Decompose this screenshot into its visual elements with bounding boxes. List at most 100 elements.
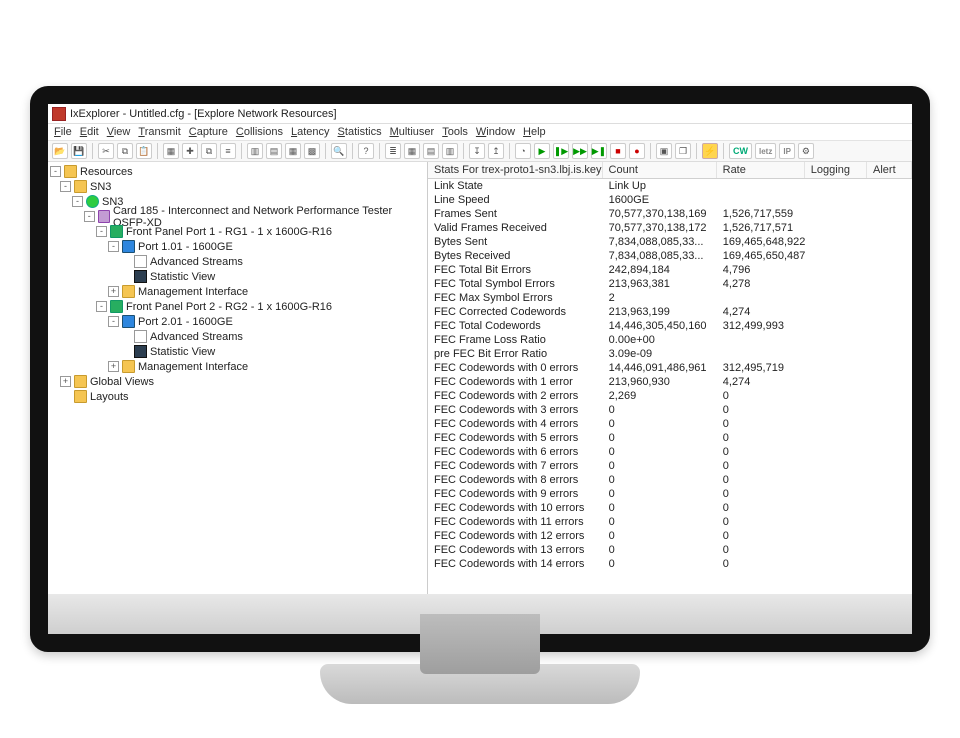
toolbar-cw-button[interactable]: CW (729, 143, 752, 159)
menu-item-statistics[interactable]: Statistics (338, 126, 382, 138)
toolbar-tree-button[interactable]: ≡ (220, 143, 236, 159)
tree-node[interactable]: -Port 1.01 - 1600GE (48, 239, 427, 254)
collapse-icon[interactable]: - (60, 181, 71, 192)
stats-row[interactable]: FEC Codewords with 1 error213,960,9304,2… (428, 375, 912, 389)
stats-row[interactable]: FEC Codewords with 14 errors00 (428, 557, 912, 571)
toolbar-grid2-button[interactable]: ▦ (404, 143, 420, 159)
stats-header-rate[interactable]: Rate (717, 162, 805, 178)
statistics-pane[interactable]: Stats For trex-proto1-sn3.lbj.is.keysigh… (428, 162, 912, 594)
expand-icon[interactable]: + (60, 376, 71, 387)
menu-item-latency[interactable]: Latency (291, 126, 330, 138)
stats-row[interactable]: FEC Frame Loss Ratio0.00e+00 (428, 333, 912, 347)
tree-node[interactable]: -Card 185 - Interconnect and Network Per… (48, 209, 427, 224)
collapse-icon[interactable]: - (96, 301, 107, 312)
stats-row[interactable]: FEC Corrected Codewords213,963,1994,274 (428, 305, 912, 319)
toolbar-cog-button[interactable]: ⚙ (798, 143, 814, 159)
toolbar-run-button[interactable]: ▶❚ (591, 143, 607, 159)
stats-row[interactable]: FEC Codewords with 8 errors00 (428, 473, 912, 487)
stats-row[interactable]: FEC Codewords with 13 errors00 (428, 543, 912, 557)
stats-row[interactable]: FEC Codewords with 9 errors00 (428, 487, 912, 501)
toolbar-list-button[interactable]: ≣ (385, 143, 401, 159)
collapse-icon[interactable]: - (72, 196, 83, 207)
menu-item-multiuser[interactable]: Multiuser (390, 126, 435, 138)
toolbar-stop-button[interactable]: ■ (610, 143, 626, 159)
collapse-icon[interactable]: - (96, 226, 107, 237)
stats-row[interactable]: FEC Codewords with 6 errors00 (428, 445, 912, 459)
stats-row[interactable]: FEC Max Symbol Errors2 (428, 291, 912, 305)
toolbar-grid3-button[interactable]: ▤ (423, 143, 439, 159)
menu-item-collisions[interactable]: Collisions (236, 126, 283, 138)
stats-row[interactable]: FEC Codewords with 3 errors00 (428, 403, 912, 417)
stats-header-logging[interactable]: Logging (805, 162, 867, 178)
toolbar-ip-button[interactable]: IP (779, 143, 795, 159)
stats-row[interactable]: pre FEC Bit Error Ratio3.09e-09 (428, 347, 912, 361)
tree-node[interactable]: -Resources (48, 164, 427, 179)
toolbar-pane-g-button[interactable]: ▩ (304, 143, 320, 159)
toolbar-pane-h-button[interactable]: ▥ (247, 143, 263, 159)
menu-item-edit[interactable]: Edit (80, 126, 99, 138)
menu-item-capture[interactable]: Capture (189, 126, 228, 138)
toolbar-grid-button[interactable]: ▦ (163, 143, 179, 159)
tree-node[interactable]: Advanced Streams (48, 329, 427, 344)
toolbar-find-button[interactable]: 🔍 (331, 143, 347, 159)
toolbar-cap1-button[interactable]: ▣ (656, 143, 672, 159)
toolbar-tx-button[interactable]: ↧ (469, 143, 485, 159)
toolbar-pane-q-button[interactable]: ▦ (285, 143, 301, 159)
tree-node[interactable]: +Management Interface (48, 284, 427, 299)
expand-icon[interactable]: + (108, 361, 119, 372)
toolbar-copy-button[interactable]: ⧉ (117, 143, 133, 159)
menu-item-window[interactable]: Window (476, 126, 515, 138)
collapse-icon[interactable]: - (108, 241, 119, 252)
expand-icon[interactable]: + (108, 286, 119, 297)
stats-row[interactable]: FEC Codewords with 0 errors14,446,091,48… (428, 361, 912, 375)
tree-node[interactable]: -Front Panel Port 2 - RG2 - 1 x 1600G-R1… (48, 299, 427, 314)
menu-item-transmit[interactable]: Transmit (138, 126, 180, 138)
stats-row[interactable]: FEC Codewords with 7 errors00 (428, 459, 912, 473)
collapse-icon[interactable]: - (84, 211, 95, 222)
stats-row[interactable]: FEC Codewords with 5 errors00 (428, 431, 912, 445)
stats-row[interactable]: FEC Codewords with 4 errors00 (428, 417, 912, 431)
toolbar-rec-button[interactable]: ● (629, 143, 645, 159)
stats-header-name[interactable]: Stats For trex-proto1-sn3.lbj.is.keysigh… (428, 162, 603, 178)
toolbar-bolt-button[interactable]: ⚡ (702, 143, 718, 159)
stats-row[interactable]: Bytes Received7,834,088,085,33...169,465… (428, 249, 912, 263)
toolbar-step-button[interactable]: ❚▶ (553, 143, 569, 159)
menu-item-help[interactable]: Help (523, 126, 546, 138)
tree-node[interactable]: +Global Views (48, 374, 427, 389)
toolbar-play-button[interactable]: ▶ (534, 143, 550, 159)
stats-row[interactable]: FEC Codewords with 10 errors00 (428, 501, 912, 515)
stats-row[interactable]: FEC Total Codewords14,446,305,450,160312… (428, 319, 912, 333)
toolbar-cut-button[interactable]: ✂ (98, 143, 114, 159)
toolbar-cols-button[interactable]: ▥ (442, 143, 458, 159)
toolbar-link-button[interactable]: ✚ (182, 143, 198, 159)
toolbar-rx-button[interactable]: ↥ (488, 143, 504, 159)
stats-row[interactable]: Valid Frames Received70,577,370,138,1721… (428, 221, 912, 235)
tree-node[interactable]: Statistic View (48, 269, 427, 284)
stats-header-alert[interactable]: Alert (867, 162, 912, 178)
tree-node[interactable]: Statistic View (48, 344, 427, 359)
stats-row[interactable]: Link StateLink Up (428, 179, 912, 193)
toolbar-forward-button[interactable]: ▶▶ (572, 143, 588, 159)
tree-node[interactable]: -Port 2.01 - 1600GE (48, 314, 427, 329)
toolbar-save-button[interactable]: 💾 (71, 143, 87, 159)
toolbar-props-button[interactable]: ⧉ (201, 143, 217, 159)
collapse-icon[interactable]: - (50, 166, 61, 177)
collapse-icon[interactable]: - (108, 316, 119, 327)
toolbar-letz-button[interactable]: letz (755, 143, 776, 159)
toolbar-open-button[interactable]: 📂 (52, 143, 68, 159)
toolbar-paste-button[interactable]: 📋 (136, 143, 152, 159)
stats-row[interactable]: FEC Codewords with 12 errors00 (428, 529, 912, 543)
menu-item-file[interactable]: File (54, 126, 72, 138)
toolbar-help-button[interactable]: ? (358, 143, 374, 159)
tree-node[interactable]: Advanced Streams (48, 254, 427, 269)
stats-row[interactable]: FEC Total Bit Errors242,894,1844,796 (428, 263, 912, 277)
stats-row[interactable]: FEC Total Symbol Errors213,963,3814,278 (428, 277, 912, 291)
stats-row[interactable]: Line Speed1600GE (428, 193, 912, 207)
tree-node[interactable]: -SN3 (48, 179, 427, 194)
toolbar-pane-v-button[interactable]: ▤ (266, 143, 282, 159)
tree-node[interactable]: +Management Interface (48, 359, 427, 374)
toolbar-clock-button[interactable]: ◔ (515, 143, 531, 159)
menu-item-tools[interactable]: Tools (442, 126, 468, 138)
stats-row[interactable]: FEC Codewords with 2 errors2,2690 (428, 389, 912, 403)
stats-row[interactable]: FEC Codewords with 11 errors00 (428, 515, 912, 529)
